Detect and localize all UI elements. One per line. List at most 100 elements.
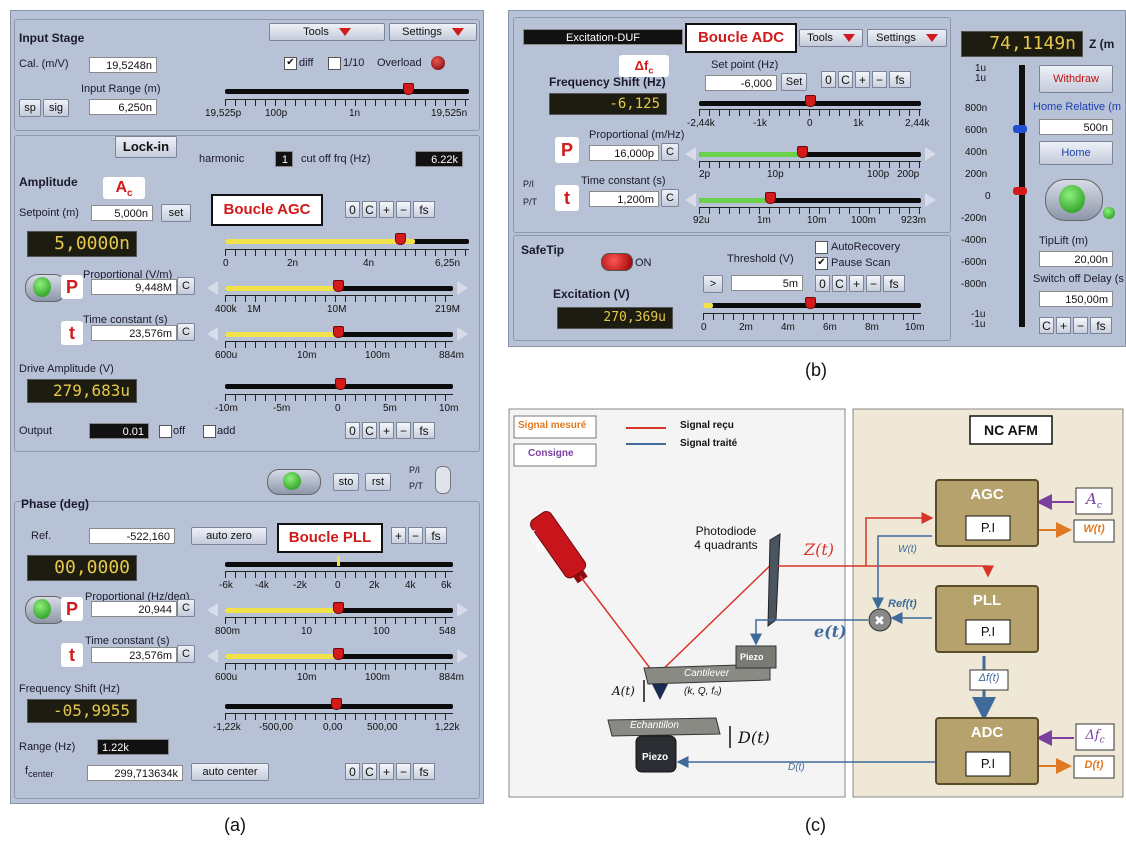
- input-range-slider-thumb[interactable]: [403, 83, 414, 95]
- off-checkbox[interactable]: [159, 425, 172, 438]
- right-arrow-icon[interactable]: [457, 603, 468, 617]
- delta-f-label: Δf(t): [978, 672, 1000, 684]
- diff-checkbox[interactable]: ✔: [284, 57, 297, 70]
- amp-prop-thumb[interactable]: [333, 280, 344, 292]
- phase-tc-thumb[interactable]: [333, 648, 344, 660]
- threshold-field[interactable]: 5m: [731, 275, 803, 291]
- amp-tc-field[interactable]: 23,576m: [91, 325, 177, 341]
- output-field[interactable]: 0.01: [89, 423, 149, 439]
- switchoff-field[interactable]: 150,00m: [1039, 291, 1113, 307]
- phase-prop-field[interactable]: 20,944: [91, 601, 177, 617]
- b-tc-thumb[interactable]: [765, 192, 776, 204]
- adc-title: ADC: [970, 724, 1004, 741]
- left-arrow-icon[interactable]: [207, 327, 218, 341]
- b-prop-thumb[interactable]: [797, 146, 808, 158]
- phase-prop-c-button[interactable]: C: [177, 599, 195, 617]
- amp-tc-c-button[interactable]: C: [177, 323, 195, 341]
- tick-label: 10m: [905, 322, 925, 333]
- setpoint-field[interactable]: 5,000n: [91, 205, 153, 221]
- phase-tc-c-button[interactable]: C: [177, 645, 195, 663]
- range-label: Range (Hz): [19, 741, 76, 753]
- tiplift-field[interactable]: 20,00n: [1039, 251, 1113, 267]
- harmonic-field[interactable]: 1: [275, 151, 293, 167]
- b-setpoint-thumb[interactable]: [805, 95, 816, 107]
- ref-field[interactable]: -522,160: [89, 528, 175, 544]
- auto-center-button[interactable]: auto center: [191, 763, 269, 781]
- threshold-arrow-button[interactable]: >: [703, 275, 723, 293]
- amp-setpoint-thumb[interactable]: [395, 233, 406, 245]
- amplitude-tab[interactable]: Amplitude: [19, 175, 78, 189]
- b-tc-field[interactable]: 1,200m: [589, 191, 659, 207]
- amp-small-buttons[interactable]: 0 C + − fs: [345, 201, 435, 218]
- cal-field[interactable]: 19,5248n: [89, 57, 157, 73]
- left-arrow-icon[interactable]: [207, 603, 218, 617]
- right-arrow-icon[interactable]: [457, 649, 468, 663]
- tick-label: 10: [301, 626, 313, 637]
- left-arrow-icon[interactable]: [685, 193, 696, 207]
- output-small-buttons[interactable]: 0 C + − fs: [345, 422, 435, 439]
- freq-shift-thumb[interactable]: [331, 698, 342, 710]
- right-arrow-icon[interactable]: [457, 281, 468, 295]
- b-prop-field[interactable]: 16,000p: [589, 145, 659, 161]
- auto-zero-button[interactable]: auto zero: [191, 527, 267, 545]
- tick-label: -500,00: [259, 722, 293, 733]
- set-button[interactable]: set: [161, 204, 191, 222]
- sig-button[interactable]: sig: [43, 99, 69, 117]
- tick-label: -6k: [219, 580, 233, 591]
- z-tick: -400n: [961, 235, 987, 246]
- phase-tc-field[interactable]: 23,576m: [91, 647, 177, 663]
- pi-pt-switch[interactable]: [435, 466, 451, 494]
- boucle-pll-tag: Boucle PLL: [277, 523, 383, 553]
- right-arrow-icon[interactable]: [457, 327, 468, 341]
- tiplift-label: TipLift (m): [1039, 235, 1089, 247]
- input-range-slider-track[interactable]: [225, 89, 469, 94]
- pi-label: P/I: [409, 465, 421, 475]
- amp-prop-c-button[interactable]: C: [177, 277, 195, 295]
- freq-shift-lcd: -05,9955: [27, 699, 137, 723]
- div10-checkbox[interactable]: [328, 57, 341, 70]
- caption-c: (c): [805, 815, 826, 835]
- phase-ref-marker[interactable]: [337, 556, 340, 566]
- b-prop-c-button[interactable]: C: [661, 143, 679, 161]
- set-button[interactable]: Set: [781, 73, 807, 91]
- pause-scan-checkbox[interactable]: ✔: [815, 257, 828, 270]
- tick-label: 100p: [867, 169, 890, 180]
- phase-tab[interactable]: Phase (deg): [21, 497, 89, 511]
- setpoint-small-buttons[interactable]: 0 C + − fs: [821, 71, 911, 88]
- excitation-thumb[interactable]: [805, 297, 816, 309]
- right-arrow-icon[interactable]: [925, 147, 936, 161]
- withdraw-button[interactable]: Withdraw: [1039, 65, 1113, 93]
- cutoff-field[interactable]: 6.22k: [415, 151, 463, 167]
- home-relative-field[interactable]: 500n: [1039, 119, 1113, 135]
- range-field[interactable]: 1.22k: [97, 739, 169, 755]
- settings-button[interactable]: Settings: [867, 29, 947, 47]
- left-arrow-icon[interactable]: [207, 649, 218, 663]
- z-small-buttons[interactable]: C + − fs: [1039, 317, 1112, 334]
- home-button[interactable]: Home: [1039, 141, 1113, 165]
- right-arrow-icon[interactable]: [925, 193, 936, 207]
- safetip-small-buttons[interactable]: 0 C + − fs: [815, 275, 905, 292]
- b-tc-c-button[interactable]: C: [661, 189, 679, 207]
- sto-button[interactable]: sto: [333, 473, 359, 491]
- phase-small-buttons[interactable]: + − fs: [391, 527, 447, 544]
- left-arrow-icon[interactable]: [685, 147, 696, 161]
- tick-label: 600u: [215, 672, 238, 683]
- sp-button[interactable]: sp: [19, 99, 41, 117]
- tools-button[interactable]: Tools: [799, 29, 863, 47]
- rst-button[interactable]: rst: [365, 473, 391, 491]
- phase-prop-thumb[interactable]: [333, 602, 344, 614]
- title-field[interactable]: Excitation-DUF: [523, 29, 683, 45]
- tools-button[interactable]: Tools: [269, 23, 385, 41]
- left-arrow-icon[interactable]: [207, 281, 218, 295]
- add-checkbox[interactable]: [203, 425, 216, 438]
- drive-thumb[interactable]: [335, 378, 346, 390]
- bottom-small-buttons[interactable]: 0 C + − fs: [345, 763, 435, 780]
- settings-button[interactable]: Settings: [389, 23, 477, 41]
- amp-tc-thumb[interactable]: [333, 326, 344, 338]
- fcenter-field[interactable]: 299,713634k: [87, 765, 183, 781]
- input-range-field[interactable]: 6,250n: [89, 99, 157, 115]
- safetip-toggle[interactable]: [601, 253, 633, 271]
- amp-prop-field[interactable]: 9,448M: [91, 279, 177, 295]
- autorecovery-checkbox[interactable]: [815, 241, 828, 254]
- setpoint-field[interactable]: -6,000: [705, 75, 777, 91]
